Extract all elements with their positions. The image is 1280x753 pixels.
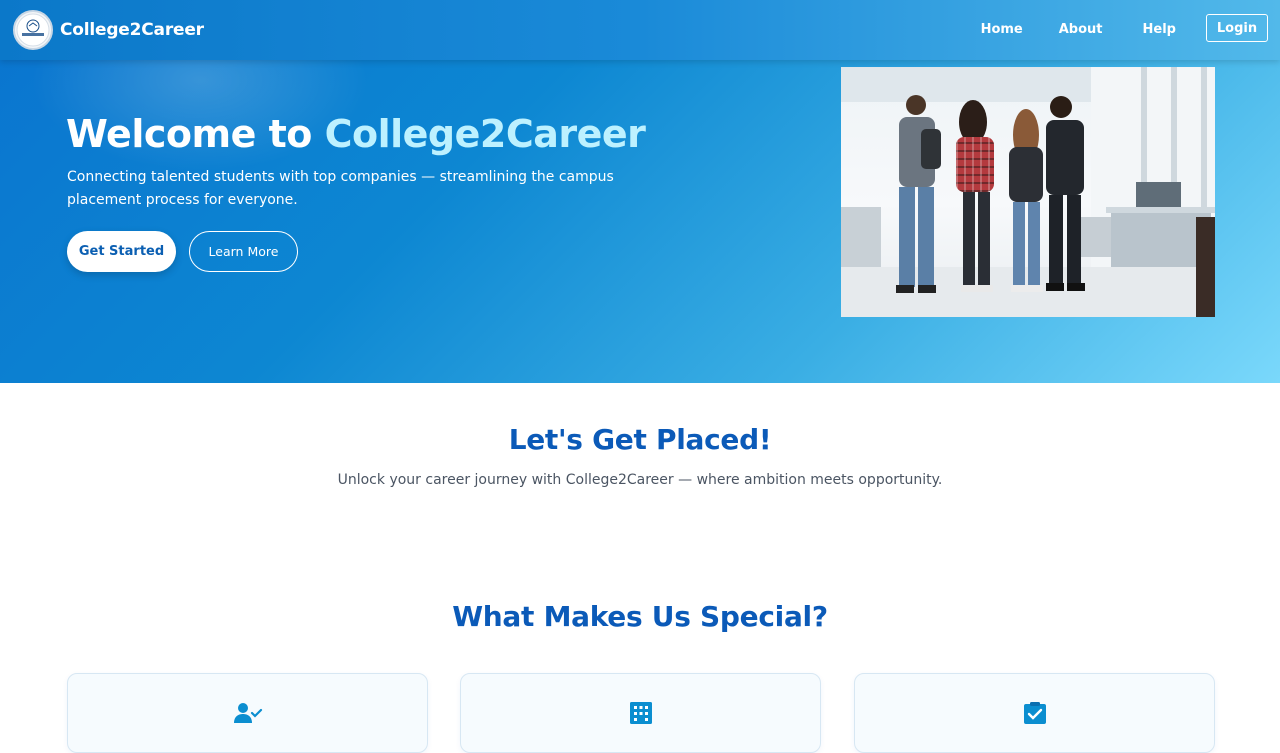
get-started-button[interactable]: Get Started: [67, 231, 176, 272]
feature-card-3: [854, 673, 1215, 753]
top-navbar: College2Career Home About Help Login: [0, 0, 1280, 60]
hero-title-accent: College2Career: [324, 112, 646, 156]
learn-more-button[interactable]: Learn More: [189, 231, 298, 272]
login-button[interactable]: Login: [1206, 14, 1268, 42]
hero-title: Welcome to College2Career: [66, 112, 646, 156]
nav-about-link[interactable]: About: [1059, 22, 1103, 37]
features-heading: What Makes Us Special?: [452, 600, 828, 633]
nav-links: Home About Help Login: [981, 14, 1268, 42]
hero-image-students: [841, 67, 1215, 317]
user-check-icon: [233, 702, 263, 724]
brand[interactable]: College2Career: [13, 10, 204, 50]
feature-card-2: [460, 673, 821, 753]
nav-help-link[interactable]: Help: [1143, 22, 1176, 37]
building-icon: [626, 702, 656, 724]
nav-home-link[interactable]: Home: [981, 22, 1023, 37]
hero-subtitle: Connecting talented students with top co…: [67, 169, 614, 208]
feature-card-1: [67, 673, 428, 753]
clipboard-check-icon: [1020, 702, 1050, 724]
brand-name: College2Career: [60, 20, 204, 40]
hero-title-prefix: Welcome to: [66, 112, 325, 156]
college2career-logo-icon: [13, 10, 53, 50]
placed-subtitle: Unlock your career journey with College2…: [337, 472, 943, 488]
placed-heading: Let's Get Placed!: [508, 423, 772, 456]
